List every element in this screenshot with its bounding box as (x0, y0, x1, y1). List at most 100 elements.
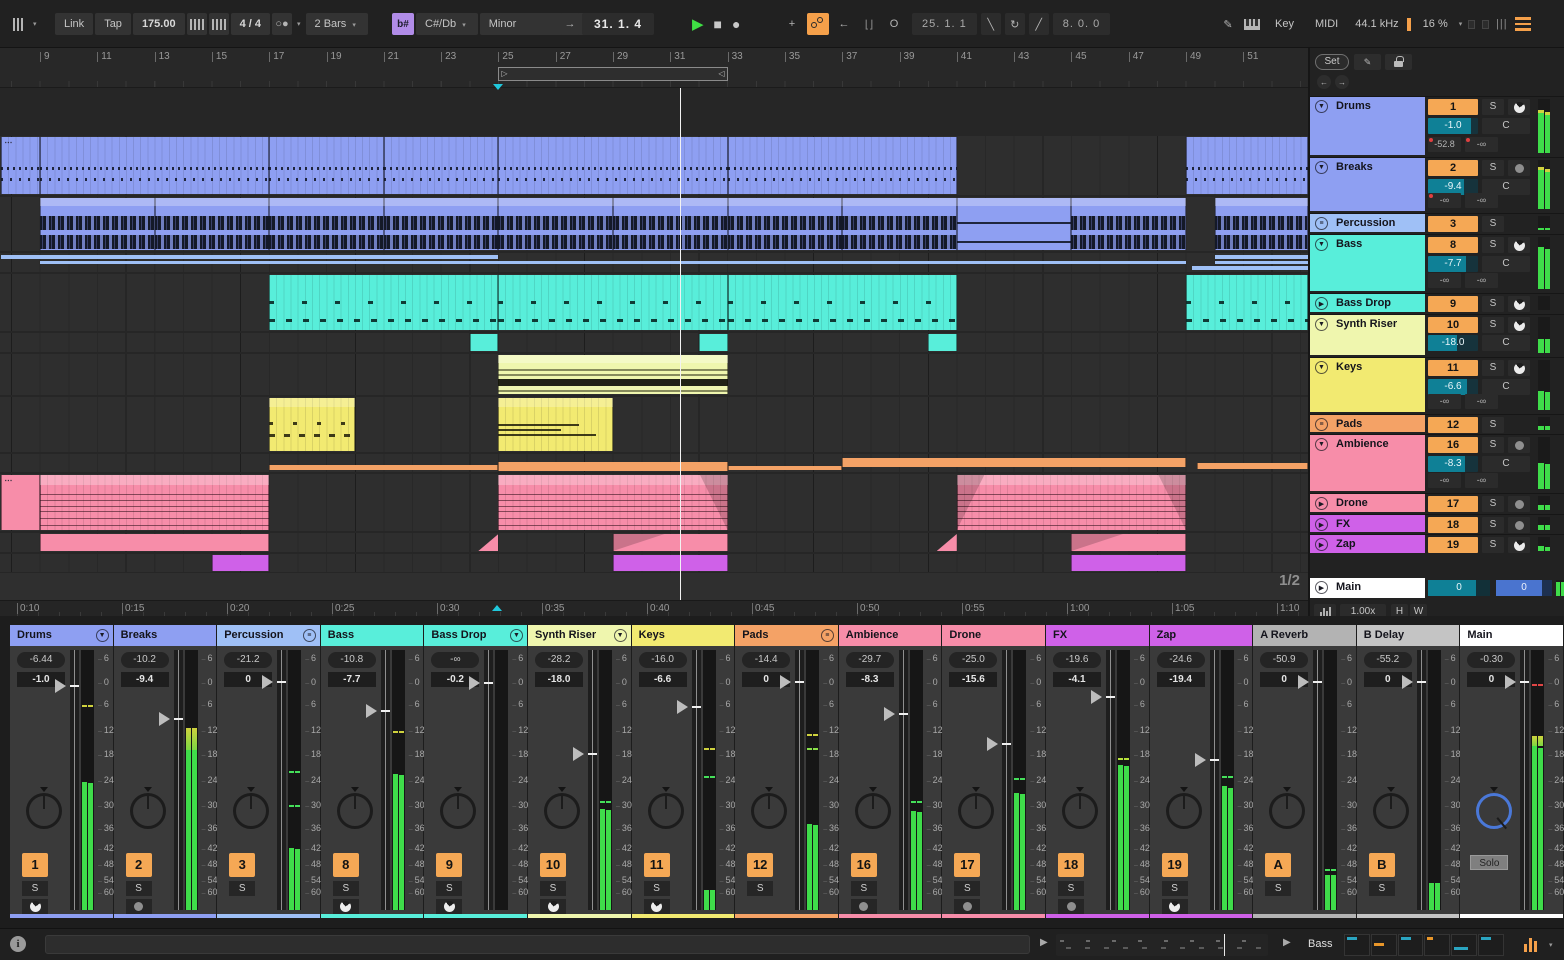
record-arm-icon[interactable] (850, 899, 877, 914)
clip[interactable] (40, 198, 155, 250)
clip[interactable] (498, 355, 728, 394)
fader-track[interactable] (1520, 650, 1530, 910)
mixer-strip-keys[interactable]: Keys-16.0-6.660612182430364248546011S (631, 625, 735, 918)
fader-track[interactable] (173, 650, 183, 910)
track-name-area[interactable]: ▶ Bass Drop (1310, 294, 1425, 312)
menu-icon[interactable]: ≡ (302, 629, 316, 642)
follow-icon[interactable]: → (560, 13, 580, 35)
nudge-up-icon[interactable] (208, 13, 229, 35)
track-name-area[interactable]: ▼ Synth Riser (1310, 315, 1425, 355)
pan-knob[interactable] (336, 787, 373, 829)
mixer-strip-synth-riser[interactable]: Synth Riser▼-28.2-18.0606121824303642485… (528, 625, 632, 918)
clip-preview-play-icon[interactable]: ▶ (1040, 937, 1048, 948)
clip[interactable] (727, 137, 957, 194)
chev-down-icon[interactable]: ▼ (613, 629, 627, 642)
track-number-badge[interactable]: 17 (1428, 496, 1478, 512)
track-name-area[interactable]: ▼ Keys (1310, 358, 1425, 412)
fader-handle[interactable] (262, 675, 274, 689)
track-number-badge[interactable]: 11 (643, 853, 670, 877)
clip[interactable] (698, 334, 728, 351)
clip[interactable]: ⋯ (1, 137, 40, 194)
track-number-badge[interactable]: A (1265, 853, 1292, 877)
cue-icon[interactable] (1508, 296, 1530, 312)
output-levels-icon[interactable] (1524, 936, 1537, 952)
fader-track[interactable] (691, 650, 701, 910)
track-number-badge[interactable]: 1 (22, 853, 48, 877)
record-arm-icon[interactable] (1508, 496, 1530, 512)
history-forward-icon[interactable]: → (1335, 75, 1349, 89)
mixer-strip-header[interactable]: Drone (942, 625, 1045, 646)
clip[interactable] (478, 534, 499, 551)
key-map-button[interactable]: Key (1266, 13, 1303, 35)
volume-slider[interactable]: -7.7 (1428, 256, 1478, 272)
solo-button[interactable]: S (1482, 437, 1504, 453)
main-pan-field[interactable]: 0 (1496, 580, 1552, 596)
mixer-strip-a-reverb[interactable]: A Reverb-50.90606121824303642485460AS (1253, 625, 1357, 918)
tempo-field[interactable]: 175.00 (132, 13, 185, 35)
mixer-strip-header[interactable]: Bass (320, 625, 424, 646)
fader-track[interactable] (1313, 650, 1323, 910)
track-name-area[interactable]: ▼ Breaks (1310, 158, 1425, 211)
chev-right-icon[interactable]: ▶ (1315, 297, 1328, 310)
arrangement-position-field[interactable]: 31. 1. 4 (582, 13, 655, 35)
time-ruler[interactable]: 0:10 0:15 0:20 0:25 0:30 0:35 0:40 0:45 0:50 0:55… (0, 600, 1308, 616)
peak-level-badge[interactable]: -55.2 (1363, 652, 1412, 668)
cue-icon[interactable] (1508, 360, 1530, 376)
fader-track[interactable] (70, 650, 79, 910)
draw-automation-icon[interactable]: ✎ (1354, 54, 1381, 70)
fader-handle[interactable] (1505, 675, 1517, 689)
solo-button[interactable]: S (1482, 99, 1504, 115)
cue-icon[interactable] (332, 899, 359, 914)
mixer-strip-header[interactable]: Ambience (838, 625, 942, 646)
clip[interactable] (40, 534, 270, 551)
mixer-strip-zap[interactable]: Zap-24.6-19.460612182430364248546019S (1149, 625, 1253, 918)
mixer-strip-header[interactable]: FX (1046, 625, 1149, 646)
lock-icon[interactable] (1385, 54, 1412, 70)
clip[interactable] (956, 475, 1186, 530)
loop-brace[interactable]: ▷ ◁ (498, 67, 728, 81)
pan-knob[interactable] (1269, 787, 1306, 829)
loop-length-field[interactable]: 8. 0. 0 (1052, 13, 1111, 35)
send-a-field[interactable]: -∞ (1428, 473, 1461, 488)
send-a-field[interactable]: -∞ (1428, 273, 1461, 288)
pan-button[interactable]: C (1482, 335, 1530, 351)
chev-down-icon[interactable]: ▼ (95, 629, 109, 642)
track-name-area[interactable]: ▶ FX (1310, 515, 1425, 532)
mixer-strip-bass-drop[interactable]: Bass Drop▼-∞-0.26061218243036424854609S (424, 625, 528, 918)
quantize-menu[interactable]: 2 Bars ▾ (305, 13, 368, 35)
cue-icon[interactable] (1508, 99, 1530, 115)
peak-level-badge[interactable]: -21.2 (224, 652, 273, 668)
track-number-badge[interactable]: 3 (229, 853, 256, 877)
solo-button[interactable]: Solo (1470, 855, 1509, 870)
track-lane-drone[interactable] (0, 533, 1308, 552)
track-header-ambience[interactable]: ▼ Ambience 16 S -8.3 C -∞ -∞ (1310, 434, 1564, 491)
mixer-toggle-icon[interactable]: ||| (1496, 18, 1508, 30)
solo-button[interactable]: S (1482, 160, 1504, 176)
track-header-synth-riser[interactable]: ▼ Synth Riser 10 S -18.0 C (1310, 314, 1564, 355)
clip[interactable] (1214, 198, 1308, 250)
fader-handle[interactable] (1194, 753, 1206, 768)
cue-icon[interactable] (22, 899, 48, 914)
time-signature-field[interactable]: 4 / 4 (230, 13, 270, 35)
mixer-strip-header[interactable]: Pads ≡ (735, 625, 838, 646)
pan-knob[interactable] (1165, 787, 1202, 829)
volume-value-field[interactable]: -7.7 (327, 672, 376, 687)
fader-handle[interactable] (1298, 675, 1310, 689)
track-lane-pads[interactable] (0, 454, 1308, 472)
chev-down-icon[interactable]: ▼ (1315, 318, 1328, 331)
fader-handle[interactable] (573, 747, 584, 761)
clip[interactable] (1214, 255, 1308, 259)
mixer-strip-b-delay[interactable]: B Delay-55.20606121824303642485460BS (1356, 625, 1461, 918)
peak-level-badge[interactable]: -50.9 (1260, 652, 1309, 668)
chev-down-icon[interactable]: ▼ (509, 629, 523, 642)
volume-slider[interactable]: -18.0 (1428, 335, 1478, 351)
track-header-drums[interactable]: ▼ Drums 1 S -1.0 C -52.8 -∞ (1310, 96, 1564, 155)
record-arm-icon[interactable] (954, 899, 981, 914)
chev-down-icon[interactable]: ▼ (1315, 238, 1328, 251)
nudge-down-icon[interactable] (186, 13, 207, 35)
chev-right-icon[interactable]: ▶ (1315, 538, 1328, 551)
track-lane-bass[interactable] (0, 274, 1308, 331)
mixer-strip-main[interactable]: Main-0.300606121824303642485460Solo (1460, 625, 1564, 918)
chev-down-icon[interactable]: ▼ (1315, 161, 1328, 174)
track-number-badge[interactable]: 9 (1428, 296, 1478, 312)
